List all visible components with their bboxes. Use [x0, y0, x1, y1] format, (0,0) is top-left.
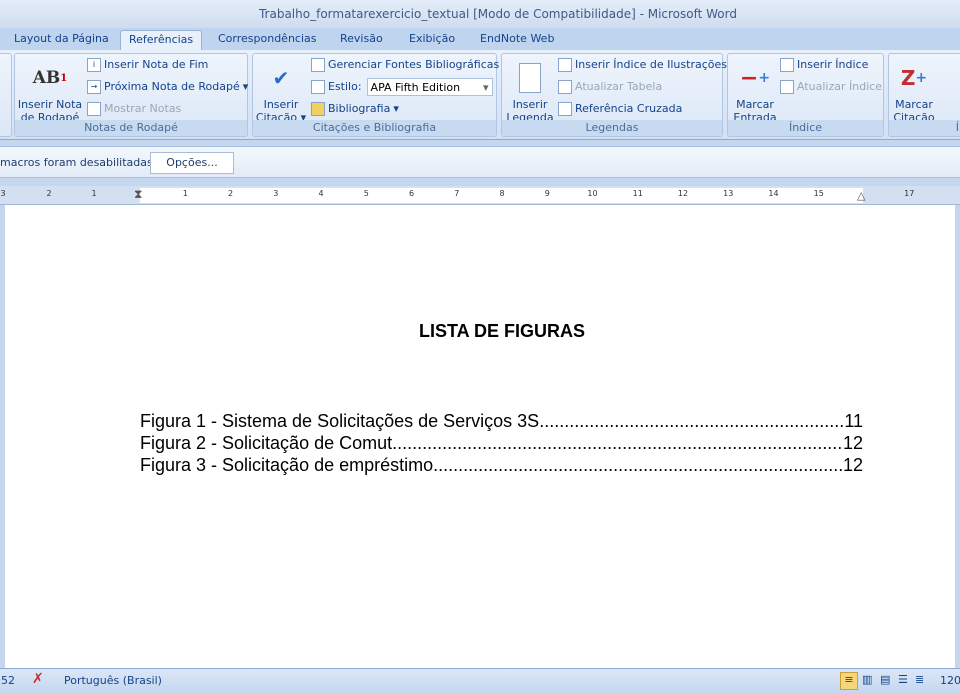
right-indent-marker-icon[interactable]: △: [857, 189, 865, 202]
endnote-icon: i: [87, 58, 101, 72]
update-index-icon: [780, 80, 794, 94]
inserir-legenda-button[interactable]: Inserir Legenda: [504, 62, 556, 124]
tab-revisao[interactable]: Revisão: [332, 30, 391, 50]
status-bar: 52 ✗ Português (Brasil) ≡ ▥ ▤ ☰ ≣ 120: [0, 668, 960, 693]
referencia-cruzada-button[interactable]: Referência Cruzada: [558, 100, 682, 118]
bibliografia-button[interactable]: Bibliografia ▾: [311, 100, 399, 118]
proofing-icon[interactable]: ✗: [32, 671, 44, 687]
cross-reference-icon: [558, 102, 572, 116]
group-label: Índ: [889, 120, 960, 136]
marcar-entrada-button[interactable]: − + Marcar Entrada: [730, 62, 780, 124]
atualizar-tabela-button[interactable]: Atualizar Tabela: [558, 78, 662, 96]
toc-entry[interactable]: Figura 1 - Sistema de Solicitações de Se…: [140, 410, 863, 432]
inserir-nota-rodape-button[interactable]: AB 1 Inserir Nota de Rodapé: [17, 62, 83, 124]
mark-entry-icon: − +: [739, 65, 771, 91]
zoom-level[interactable]: 120: [940, 674, 960, 687]
tab-exibicao[interactable]: Exibição: [401, 30, 463, 50]
ruler-number: 3: [0, 189, 6, 198]
indent-marker-icon[interactable]: ⧗: [134, 187, 142, 202]
citation-icon: ✔: [272, 65, 290, 90]
inserir-nota-fim-button[interactable]: i Inserir Nota de Fim: [87, 56, 208, 74]
ruler-number: 15: [813, 189, 824, 198]
ruler-number: 1: [91, 189, 97, 198]
dropdown-arrow-icon: ▾: [483, 81, 489, 94]
group-legendas: Inserir Legenda Inserir Índice de Ilustr…: [501, 53, 727, 137]
insert-index-icon: [780, 58, 794, 72]
inserir-citacao-button[interactable]: ✔ Inserir Citação ▾: [255, 62, 307, 125]
leader-dots: [433, 454, 843, 476]
ribbon: AB 1 Inserir Nota de Rodapé i Inserir Nota…: [0, 50, 960, 140]
tab-referencias[interactable]: Referências: [120, 30, 203, 50]
estilo-select[interactable]: APA Fifth Edition ▾: [366, 78, 493, 96]
ribbon-tabs: Layout da Página Referências Correspondê…: [0, 28, 960, 50]
ruler-number: 14: [768, 189, 779, 198]
ruler-number: 11: [632, 189, 643, 198]
dropdown-arrow-icon: ▾: [242, 80, 249, 93]
message-text: macros foram desabilitadas.: [0, 156, 157, 169]
insert-table-of-figures-icon: [558, 58, 572, 72]
title-bar: Trabalho_formatarexercicio_textual [Modo…: [0, 0, 960, 28]
web-layout-icon[interactable]: ▤: [880, 673, 890, 686]
outline-view-icon[interactable]: ☰: [898, 673, 908, 686]
print-layout-view-icon[interactable]: ≡: [840, 672, 858, 690]
ruler-number: 9: [544, 189, 550, 198]
tab-endnote-web[interactable]: EndNote Web: [472, 30, 562, 50]
security-message-bar: macros foram desabilitadas. Opções...: [0, 146, 960, 178]
language-indicator[interactable]: Português (Brasil): [64, 674, 162, 687]
marcar-citacao-button[interactable]: Z + Marcar Citação: [891, 62, 937, 125]
options-button[interactable]: Opções...: [150, 152, 234, 174]
estilo-row: Estilo: APA Fifth Edition ▾: [311, 78, 493, 96]
ruler-number: 13: [723, 189, 734, 198]
ruler-number: 2: [46, 189, 52, 198]
ruler-number: 17: [904, 189, 915, 198]
footnote-icon: AB 1: [32, 67, 68, 88]
group-partial: [0, 53, 12, 137]
ruler-number: 8: [499, 189, 505, 198]
group-label: Índice: [728, 120, 883, 136]
horizontal-ruler[interactable]: 3 2 1 1 2 3 4 5 6 7 8 9 10 11 12 13 14 15 17 ⧗ △: [0, 186, 960, 205]
group-label: Notas de Rodapé: [15, 120, 247, 136]
tab-layout-da-pagina[interactable]: Layout da Página: [6, 30, 117, 50]
proxima-nota-button[interactable]: → Próxima Nota de Rodapé ▾: [87, 78, 248, 96]
style-icon: [311, 80, 325, 94]
show-notes-icon: [87, 102, 101, 116]
ruler-number: 5: [363, 189, 369, 198]
leader-dots: [539, 410, 844, 432]
ruler-number: 1: [182, 189, 188, 198]
ruler-number: 6: [408, 189, 415, 198]
group-indice-autoridades: Z+ Marcar Citação Índ: [888, 53, 960, 137]
group-citacoes-bibliografia: ✔ Inserir Citação ▾ Gerenciar Fontes Bib…: [252, 53, 499, 137]
group-indice: − + Marcar Entrada Inserir Índice Atualiz…: [727, 53, 884, 137]
caption-icon: [514, 62, 546, 94]
word-count[interactable]: 52: [1, 674, 15, 687]
group-label: Citações e Bibliografia: [253, 120, 496, 136]
full-screen-reading-icon[interactable]: ▥: [862, 673, 872, 686]
draft-view-icon[interactable]: ≣: [915, 673, 924, 686]
ruler-number: 2: [227, 189, 234, 198]
group-label: Legendas: [502, 120, 722, 136]
ruler-number: 4: [318, 189, 324, 198]
mostrar-notas-button[interactable]: Mostrar Notas: [87, 100, 181, 118]
mark-citation-icon: Z +: [900, 65, 928, 90]
update-table-icon: [558, 80, 572, 94]
ruler-number: 10: [587, 189, 598, 198]
tab-correspondencias[interactable]: Correspondências: [210, 30, 325, 50]
ruler-number: 3: [273, 189, 279, 198]
inserir-indice-button[interactable]: Inserir Índice: [780, 56, 868, 74]
next-footnote-icon: →: [87, 80, 101, 94]
manage-sources-icon: [311, 58, 325, 72]
document-title: LISTA DE FIGURAS: [419, 321, 585, 341]
inserir-indice-ilustracoes-button[interactable]: Inserir Índice de Ilustrações: [558, 56, 727, 74]
bibliography-icon: [311, 102, 325, 116]
toc-entry[interactable]: Figura 3 - Solicitação de empréstimo12: [140, 454, 863, 476]
ruler-number: 7: [454, 189, 460, 198]
leader-dots: [392, 432, 843, 454]
toc-entry[interactable]: Figura 2 - Solicitação de Comut12: [140, 432, 863, 454]
atualizar-indice-button[interactable]: Atualizar Índice: [780, 78, 882, 96]
group-notas-de-rodape: AB 1 Inserir Nota de Rodapé i Inserir Nota…: [14, 53, 248, 137]
gerenciar-fontes-button[interactable]: Gerenciar Fontes Bibliográficas: [311, 56, 499, 74]
ruler-number: 12: [677, 189, 689, 198]
